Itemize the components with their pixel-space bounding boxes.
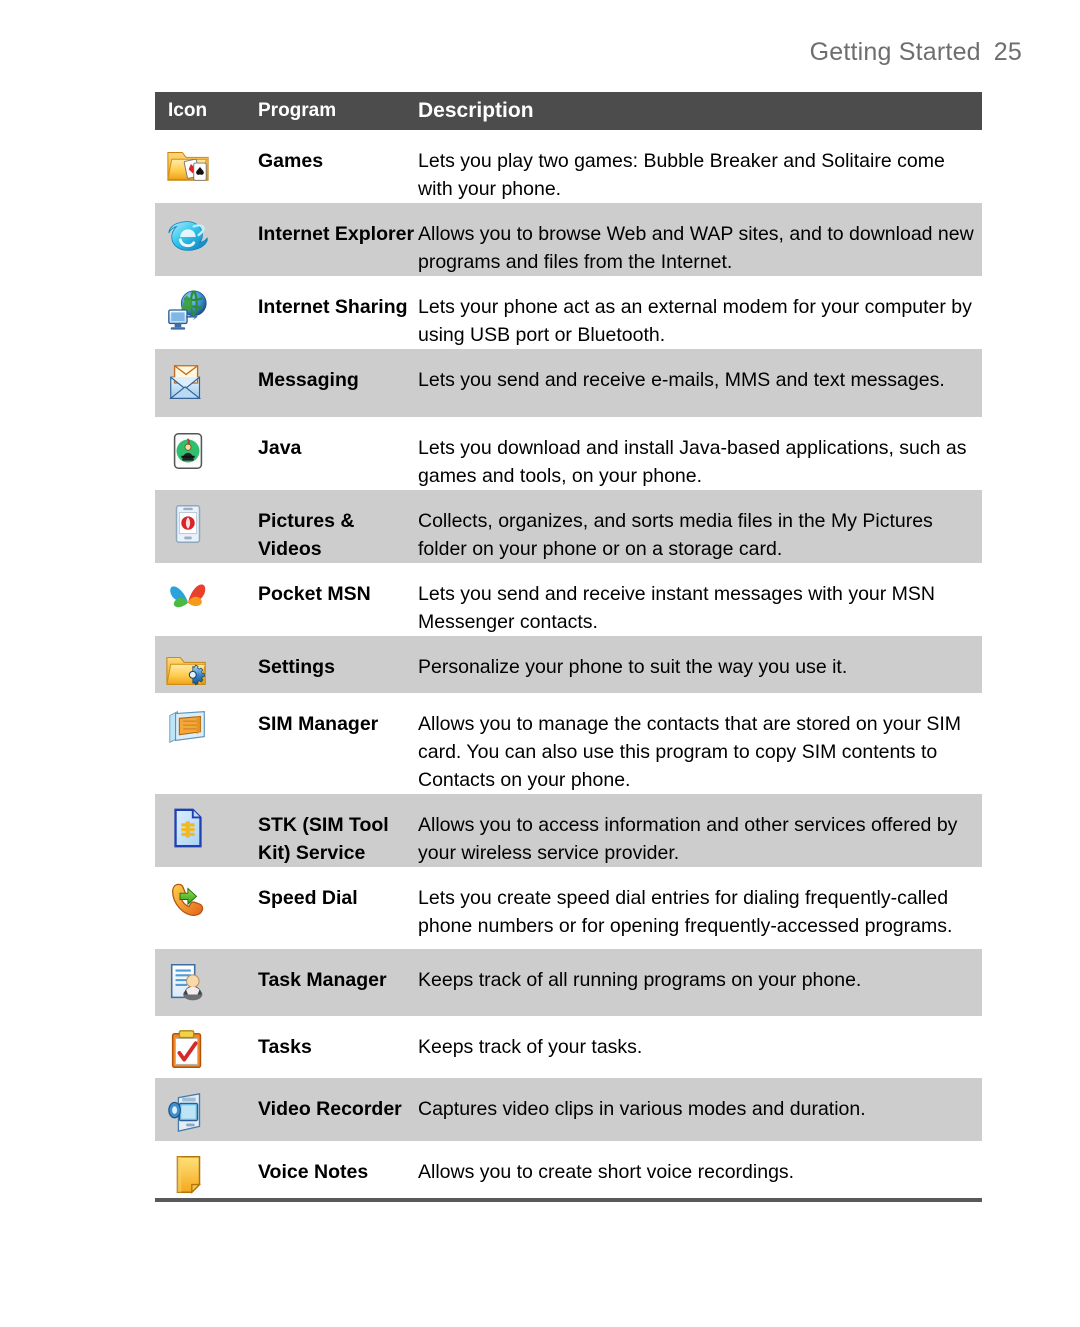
program-name: Settings [258,656,335,678]
page-title: Getting Started [809,38,981,66]
program-name: Voice Notes [258,1161,369,1183]
program-description: Allows you to browse Web and WAP sites, … [418,223,974,273]
icon-cell [155,1141,258,1198]
program-name: Task Manager [258,969,387,991]
icon-cell [155,276,258,333]
table-row: Voice Notes Allows you to create short vo… [155,1141,982,1203]
program-description: Allows you to manage the contacts that a… [418,713,962,791]
pocket-msn-butterfly-icon [165,574,258,620]
voice-notes-icon [165,1152,258,1198]
icon-cell [155,867,258,924]
icon-cell [155,130,258,187]
video-recorder-icon [165,1089,258,1135]
messaging-envelope-icon [165,360,258,406]
program-description: Allows you to create short voice recordi… [418,1161,795,1183]
program-description: Keeps track of all running programs on y… [418,969,862,991]
column-header-icon: Icon [168,100,208,121]
program-description: Collects, organizes, and sorts media fil… [418,510,933,560]
column-header-description: Description [418,99,534,122]
games-folder-icon [165,141,258,187]
table-row: Pocket MSN Lets you send and receive inst… [155,563,982,636]
program-name: Games [258,150,324,172]
icon-cell [155,1016,258,1073]
table-row: Games Lets you play two games: Bubble Bre… [155,130,982,203]
program-description: Allows you to access information and oth… [418,814,958,864]
table-row: Tasks Keeps track of your tasks. [155,1016,982,1078]
program-name: Internet Explorer [258,223,415,245]
java-icon [165,428,258,474]
settings-gear-folder-icon [165,647,258,693]
program-name: Speed Dial [258,887,358,909]
program-description: Lets you download and install Java-based… [418,437,967,487]
program-name: Pocket MSN [258,583,371,605]
table-row: Java Lets you download and install Java-b… [155,417,982,490]
table-row: Video Recorder Captures video clips in va… [155,1078,982,1141]
internet-sharing-icon [165,287,258,333]
table-row: Internet Explorer Allows you to browse We… [155,203,982,276]
table-row: SIM Manager Allows you to manage the cont… [155,693,982,794]
icon-cell [155,636,258,693]
icon-cell [155,203,258,260]
table-row: Internet Sharing Lets your phone act as a… [155,276,982,349]
stk-sim-card-icon [165,805,258,851]
program-name: Messaging [258,369,359,391]
tasks-clipboard-icon [165,1027,258,1073]
internet-explorer-icon [165,214,258,260]
speed-dial-icon [165,878,258,924]
program-description: Lets you send and receive e-mails, MMS a… [418,369,945,391]
program-name: Internet Sharing [258,296,408,318]
program-description: Captures video clips in various modes an… [418,1098,866,1120]
program-description: Lets you send and receive instant messag… [418,583,936,633]
table-row: Speed Dial Lets you create speed dial ent… [155,867,982,949]
icon-cell [155,1078,258,1135]
table-header-row: Icon Program Description [155,92,982,130]
icon-cell [155,949,258,1006]
icon-cell [155,417,258,474]
icon-cell [155,563,258,620]
program-description: Lets you create speed dial entries for d… [418,887,953,937]
programs-table: Icon Program Description Games Lets you p… [155,92,982,1203]
sim-manager-icon [165,704,258,750]
program-description: Lets you play two games: Bubble Breaker … [418,150,945,200]
table-row: Messaging Lets you send and receive e-mai… [155,349,982,417]
table-row: STK (SIM Tool Kit) Service Allows you to … [155,794,982,867]
table-row: Task Manager Keeps track of all running p… [155,949,982,1016]
program-name: Tasks [258,1036,312,1058]
program-description: Personalize your phone to suit the way y… [418,656,848,678]
column-header-program: Program [258,100,337,121]
table-row: Pictures & Videos Collects, organizes, an… [155,490,982,563]
program-name: Video Recorder [258,1098,402,1120]
icon-cell [155,490,258,547]
table-body: Games Lets you play two games: Bubble Bre… [155,130,982,1203]
program-name: STK (SIM Tool Kit) Service [258,814,389,864]
program-description: Keeps track of your tasks. [418,1036,643,1058]
page-number: 25 [993,38,1022,66]
table-bottom-rule [155,1198,982,1202]
program-description: Lets your phone act as an external modem… [418,296,972,346]
icon-cell [155,794,258,851]
table-row: Settings Personalize your phone to suit t… [155,636,982,693]
program-name: Pictures & Videos [258,510,355,560]
icon-cell [155,693,258,750]
icon-cell [155,349,258,406]
page-header: Getting Started 25 [810,38,1022,67]
program-name: SIM Manager [258,713,379,735]
pictures-videos-icon [165,501,258,547]
program-name: Java [258,437,302,459]
task-manager-icon [165,960,258,1006]
